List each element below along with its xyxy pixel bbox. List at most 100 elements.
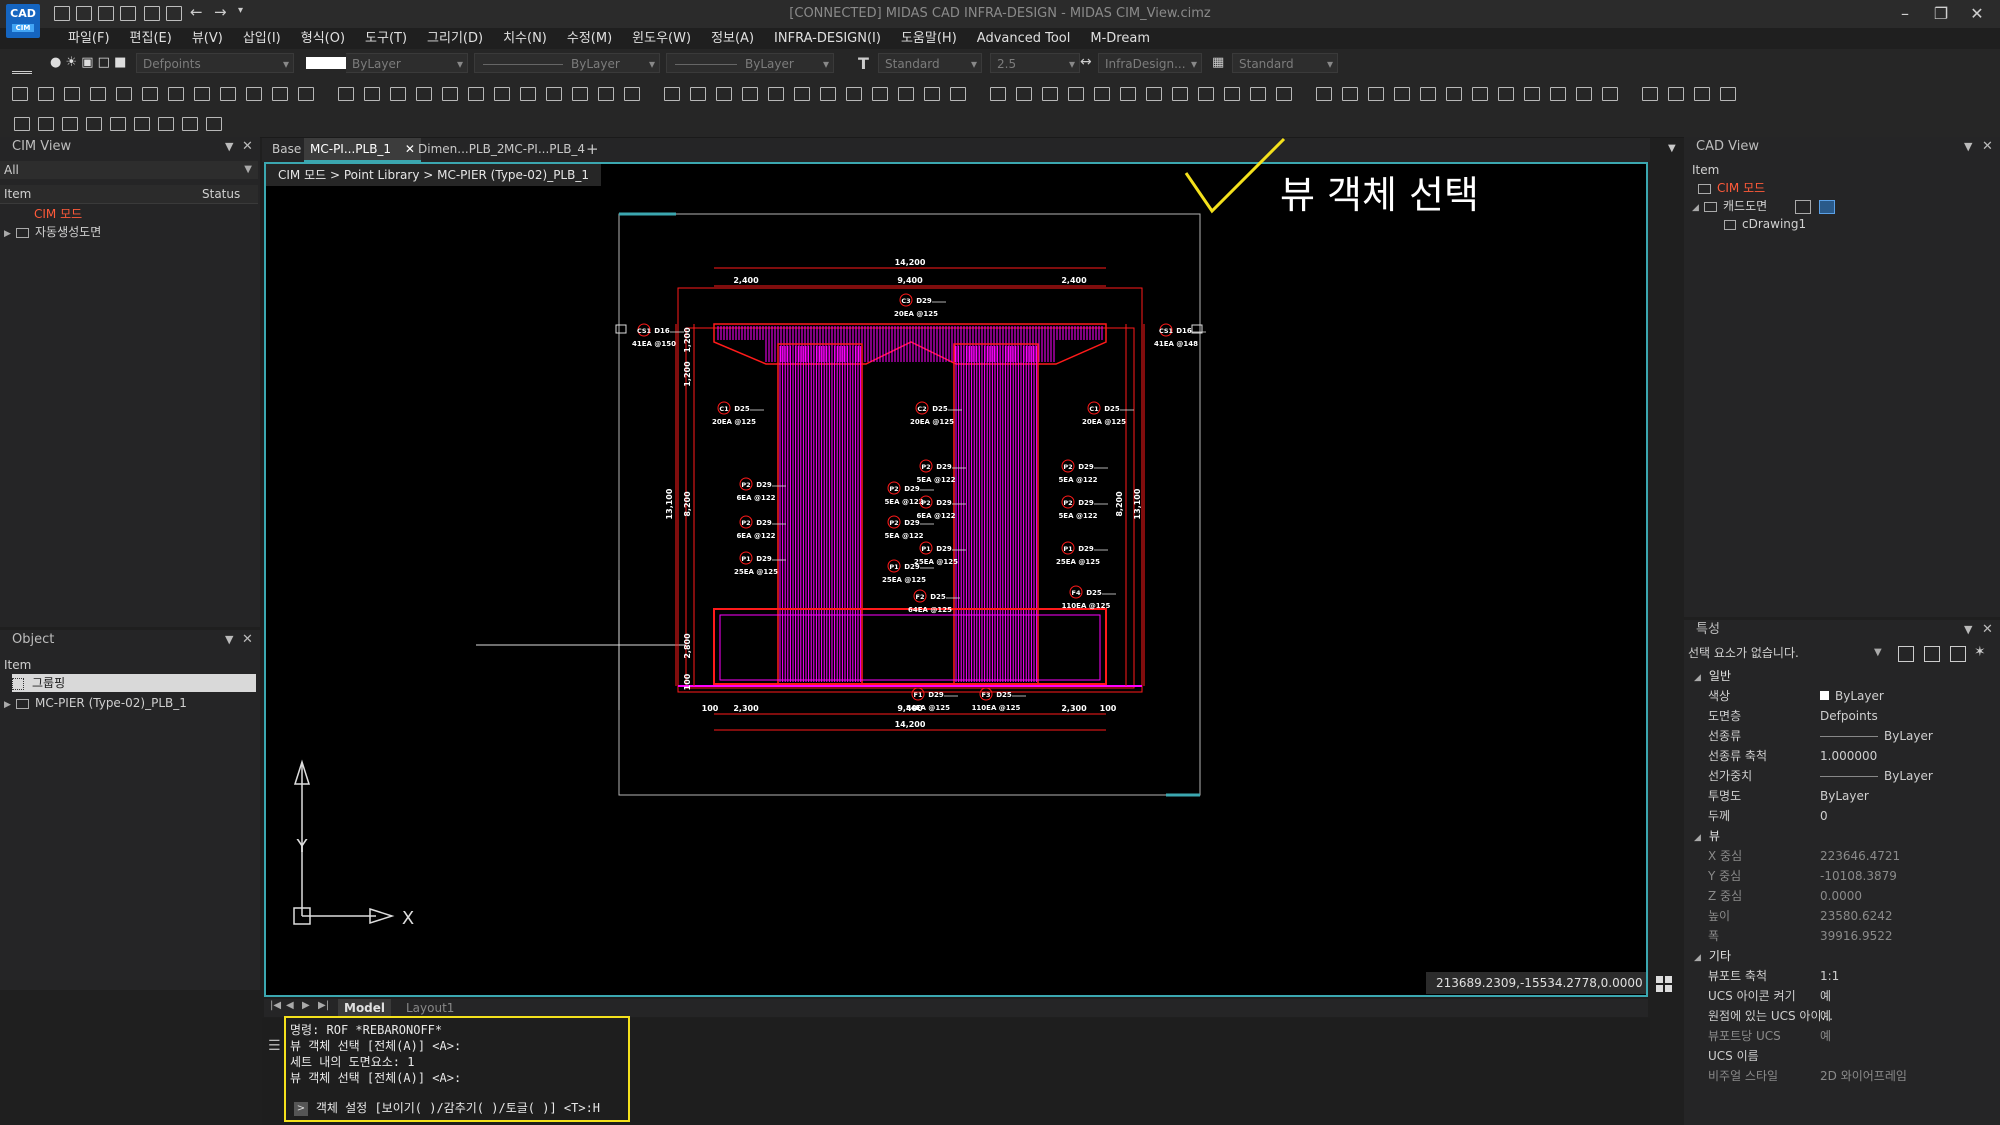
tool-icon[interactable] [272,87,288,101]
tool-icon[interactable] [598,87,614,101]
close-icon[interactable]: ✕ [242,139,253,154]
text-style-icon[interactable]: T [858,54,869,73]
close-icon[interactable]: ✕ [1982,139,1993,154]
tool-icon[interactable] [442,87,458,101]
tool-icon[interactable] [1198,87,1214,101]
dim-style-combo[interactable]: InfraDesign... [1098,53,1202,74]
tool-icon[interactable] [246,87,262,101]
menu-item[interactable]: 뷰(V) [182,28,233,50]
last-layout-icon[interactable]: ▶| [318,1000,329,1011]
close-icon[interactable]: ✕ [1982,622,1993,637]
select-objects-icon[interactable] [1950,646,1966,662]
tool-icon[interactable] [1316,87,1332,101]
tool-icon[interactable] [38,87,54,101]
tool-icon[interactable] [1068,87,1084,101]
menu-item[interactable]: 형식(O) [291,28,355,50]
property-row[interactable]: 뷰포트 축척 1:1 [1684,966,2000,986]
cim-mode-item[interactable]: CIM 모드 [34,205,82,223]
tool-icon[interactable] [1224,87,1240,101]
command-input[interactable]: > 객체 설정 [보이기( )/감추기( )/토글( )] <T>:H [294,1100,624,1118]
tool-icon[interactable] [1094,87,1110,101]
save-icon[interactable] [98,6,114,21]
menu-item[interactable]: Advanced Tool [967,28,1081,50]
save-as-icon[interactable] [120,6,136,21]
property-row[interactable]: 원점에 있는 UCS 아이... 예 [1684,1006,2000,1026]
tool-icon[interactable] [468,87,484,101]
text-height-combo[interactable]: 2.5 [990,53,1080,74]
toggle-pickadd-icon[interactable] [1924,646,1940,662]
new-file-icon[interactable] [54,6,70,21]
mc-pier-object-item[interactable]: ▶ MC-PIER (Type-02)_PLB_1 [4,694,187,712]
cad-drawing-item[interactable]: ◢ 캐드도면 [1692,197,1835,215]
tool-icon[interactable] [298,87,314,101]
tool-icon[interactable] [64,87,80,101]
quick-select-icon[interactable] [1898,646,1914,662]
property-category[interactable]: ◢ 일반 [1684,666,2000,686]
tool-icon[interactable] [220,87,236,101]
cdrawing1-item[interactable]: cDrawing1 [1724,215,1806,233]
property-row[interactable]: 선종류 축척 1.000000 [1684,746,2000,766]
linetype-combo[interactable]: ByLayer [474,53,660,74]
property-row[interactable]: 선가중치 ByLayer [1684,766,2000,786]
command-menu-icon[interactable]: ☰ [268,1038,281,1054]
tool-icon[interactable] [1276,87,1292,101]
pin-icon[interactable]: ▼ [1964,623,1972,636]
lineweight-combo[interactable]: ByLayer [666,53,834,74]
tool-icon[interactable] [872,87,888,101]
tool-icon[interactable] [794,87,810,101]
menu-item[interactable]: 그리기(D) [417,28,493,50]
open-folder-icon[interactable] [76,6,92,21]
property-row[interactable]: 색상 ByLayer [1684,686,2000,706]
grouping-item[interactable]: 그룹핑 [12,674,256,692]
tool-icon[interactable] [194,87,210,101]
prev-layout-icon[interactable]: ◀ [286,1000,294,1011]
pin-icon[interactable]: ▼ [225,140,233,153]
tool-icon[interactable] [924,87,940,101]
property-row[interactable]: 투명도 ByLayer [1684,786,2000,806]
tool-icon[interactable] [846,87,862,101]
tool-icon[interactable] [1694,87,1710,101]
close-icon[interactable]: ✕ [242,632,253,647]
property-row[interactable]: 도면층 Defpoints [1684,706,2000,726]
close-button[interactable]: ✕ [1962,3,1992,25]
tab-layout1[interactable]: Layout1 [406,999,454,1017]
pin-icon[interactable]: ▼ [225,633,233,646]
tool-icon[interactable] [142,87,158,101]
tool-icon[interactable] [38,117,54,131]
publish-icon[interactable] [166,6,182,21]
table-style-icon[interactable]: ▦ [1212,55,1224,70]
tool-icon[interactable] [158,117,174,131]
tool-icon[interactable] [182,117,198,131]
tool-icon[interactable] [1668,87,1684,101]
viewport-layout-icon[interactable] [1656,976,1672,992]
dim-style-icon[interactable]: ↔ [1080,54,1092,70]
property-row[interactable]: 두께 0 [1684,806,2000,826]
layer-combo[interactable]: Defpoints [136,53,294,74]
tool-icon[interactable] [742,87,758,101]
tool-icon[interactable] [716,87,732,101]
tool-icon[interactable] [14,117,30,131]
pick-style-icon[interactable]: ✶ [1974,644,1986,660]
undo-icon[interactable]: ← [190,3,203,21]
add-tab-button[interactable]: + [580,138,605,160]
tool-icon[interactable] [1368,87,1384,101]
tab-mc-pier-plb-1[interactable]: MC-PI...PLB_1 ✕ [304,138,421,162]
property-row[interactable]: 폭 39916.9522 [1684,926,2000,946]
menu-item[interactable]: 도움말(H) [891,28,967,50]
drawing-viewport[interactable]: CIM 모드 > Point Library > MC-PIER (Type-0… [264,162,1648,997]
tool-icon[interactable] [390,87,406,101]
property-row[interactable]: X 중심 223646.4721 [1684,846,2000,866]
tool-icon[interactable] [768,87,784,101]
tool-icon[interactable] [494,87,510,101]
menu-item[interactable]: INFRA-DESIGN(I) [764,28,891,50]
tool-icon[interactable] [1472,87,1488,101]
tool-icon[interactable] [168,87,184,101]
property-row[interactable]: UCS 아이콘 켜기 예 [1684,986,2000,1006]
tool-icon[interactable] [1642,87,1658,101]
property-category[interactable]: ◢ 기타 [1684,946,2000,966]
restore-button[interactable]: ❐ [1926,3,1956,25]
selection-combo[interactable]: 선택 요소가 없습니다. ▼ [1688,644,1888,662]
minimize-button[interactable]: – [1890,3,1920,25]
menu-item[interactable]: 파일(F) [58,28,120,50]
tool-icon[interactable] [1446,87,1462,101]
